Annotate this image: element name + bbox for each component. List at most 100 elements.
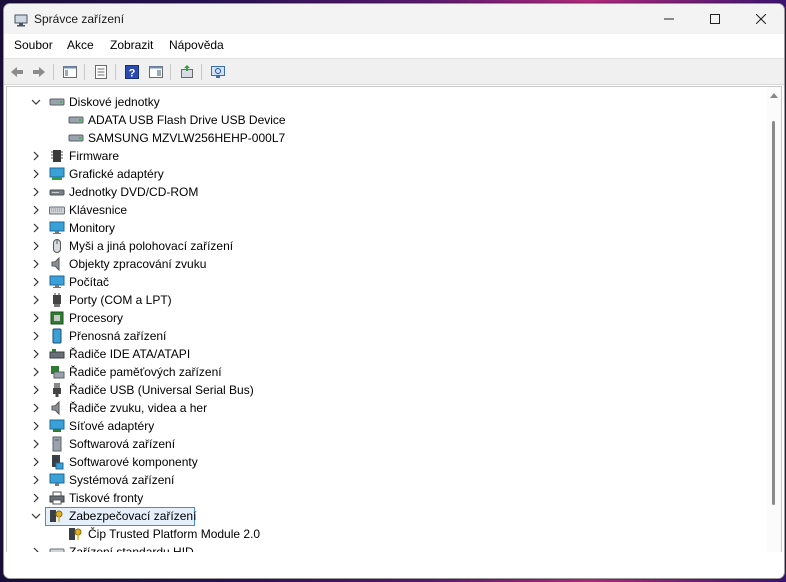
tree-label: Tiskové fronty xyxy=(69,491,144,505)
chevron-right-icon xyxy=(33,313,39,323)
menu-akce[interactable]: Akce xyxy=(65,38,96,52)
tree-label: Přenosná zařízení xyxy=(69,329,167,343)
collapse-toggle[interactable] xyxy=(31,511,41,521)
expand-toggle[interactable] xyxy=(31,259,41,269)
help-icon: ? xyxy=(125,65,139,80)
collapse-toggle[interactable] xyxy=(31,97,41,107)
expand-toggle[interactable] xyxy=(31,277,41,287)
scroll-up-icon[interactable] xyxy=(770,93,778,98)
tree-node-tpm-chip[interactable]: Čip Trusted Platform Module 2.0 xyxy=(7,525,767,543)
tree-node-samsung-ssd[interactable]: SAMSUNG MZVLW256HEHP-000L7 xyxy=(7,129,767,147)
vertical-scrollbar[interactable] xyxy=(767,86,782,554)
computer-icon xyxy=(49,275,65,288)
expand-toggle[interactable] xyxy=(31,223,41,233)
expand-toggle[interactable] xyxy=(31,241,41,251)
expand-toggle[interactable] xyxy=(31,205,41,215)
chevron-right-icon xyxy=(33,259,39,269)
expand-toggle[interactable] xyxy=(31,331,41,341)
expand-toggle[interactable] xyxy=(31,457,41,467)
menu-zobrazit[interactable]: Zobrazit xyxy=(108,38,155,52)
expand-toggle[interactable] xyxy=(31,367,41,377)
keyboard-icon xyxy=(49,206,65,215)
tree-node-storage-controllers[interactable]: Řadiče paměťových zařízení xyxy=(7,363,767,381)
usb-icon xyxy=(53,383,61,397)
tree-label: Klávesnice xyxy=(69,203,128,217)
software-component-icon xyxy=(52,455,64,470)
port-icon xyxy=(53,293,61,307)
mouse-icon xyxy=(53,239,61,253)
device-manager-window: Správce zařízení Soubor Akce Zobrazit Ná… xyxy=(3,3,785,579)
tree-node-processors[interactable]: Procesory xyxy=(7,309,767,327)
tree-node-print-queues[interactable]: Tiskové fronty xyxy=(7,489,767,507)
expand-toggle[interactable] xyxy=(31,169,41,179)
expand-toggle[interactable] xyxy=(31,313,41,323)
tree-node-ide-controllers[interactable]: Řadiče IDE ATA/ATAPI xyxy=(7,345,767,363)
tree-node-audio-processing[interactable]: Objekty zpracování zvuku xyxy=(7,255,767,273)
expand-toggle[interactable] xyxy=(31,421,41,431)
menu-soubor[interactable]: Soubor xyxy=(12,38,55,52)
speaker-icon xyxy=(51,400,60,416)
tree-node-adata-flash[interactable]: ADATA USB Flash Drive USB Device xyxy=(7,111,767,129)
details-view-button[interactable] xyxy=(147,63,165,81)
tree-node-keyboards[interactable]: Klávesnice xyxy=(7,201,767,219)
software-device-icon xyxy=(52,436,62,452)
help-button[interactable]: ? xyxy=(123,63,141,81)
tree-node-software-components[interactable]: Softwarové komponenty xyxy=(7,453,767,471)
tree-node-disk-drives[interactable]: Diskové jednotky xyxy=(7,93,767,111)
tree-node-security-devices[interactable]: Zabezpečovací zařízení xyxy=(7,507,767,526)
properties-button[interactable] xyxy=(92,63,110,81)
tree-node-system-devices[interactable]: Systémová zařízení xyxy=(7,471,767,489)
tree-node-display-adapters[interactable]: Grafické adaptéry xyxy=(7,165,767,183)
storage-controller-icon xyxy=(51,366,65,379)
scan-hardware-button[interactable] xyxy=(209,63,227,81)
expand-toggle[interactable] xyxy=(31,475,41,485)
tree-label: Myši a jiná polohovací zařízení xyxy=(69,239,234,253)
expand-toggle[interactable] xyxy=(31,493,41,503)
expand-toggle[interactable] xyxy=(31,187,41,197)
menu-napoveda[interactable]: Nápověda xyxy=(167,38,226,52)
security-device-icon xyxy=(69,528,82,540)
network-adapter-icon xyxy=(49,419,65,432)
expand-toggle[interactable] xyxy=(31,439,41,449)
close-icon xyxy=(756,14,766,24)
scrollbar-thumb[interactable] xyxy=(772,121,775,505)
tree-node-ports[interactable]: Porty (COM a LPT) xyxy=(7,291,767,309)
expand-toggle[interactable] xyxy=(31,151,41,161)
tree-node-dvd-drives[interactable]: Jednotky DVD/CD-ROM xyxy=(7,183,767,201)
tree-node-monitors[interactable]: Monitory xyxy=(7,219,767,237)
back-button[interactable] xyxy=(8,63,26,81)
maximize-button[interactable] xyxy=(692,4,738,34)
forward-arrow-icon xyxy=(33,67,45,77)
forward-button[interactable] xyxy=(30,63,48,81)
tree-node-software-devices[interactable]: Softwarová zařízení xyxy=(7,435,767,453)
system-device-icon xyxy=(49,473,65,486)
printer-icon xyxy=(49,491,65,505)
tree-node-usb-controllers[interactable]: Řadiče USB (Universal Serial Bus) xyxy=(7,381,767,399)
toolbar: ? xyxy=(4,58,784,85)
device-tree[interactable]: Diskové jednotky ADATA USB Flash Drive U… xyxy=(6,86,767,554)
expand-toggle[interactable] xyxy=(31,295,41,305)
expand-toggle[interactable] xyxy=(31,349,41,359)
tree-label: Síťové adaptéry xyxy=(69,419,155,433)
chevron-right-icon xyxy=(33,349,39,359)
security-device-icon xyxy=(50,510,63,522)
chevron-right-icon xyxy=(33,367,39,377)
update-driver-button[interactable] xyxy=(178,63,196,81)
tree-node-network-adapters[interactable]: Síťové adaptéry xyxy=(7,417,767,435)
tree-node-sound-controllers[interactable]: Řadiče zvuku, videa a her xyxy=(7,399,767,417)
tree-label: Firmware xyxy=(69,149,119,163)
tree-node-mice[interactable]: Myši a jiná polohovací zařízení xyxy=(7,237,767,255)
title-bar[interactable]: Správce zařízení xyxy=(4,4,784,34)
tree-node-portable-devices[interactable]: Přenosná zařízení xyxy=(7,327,767,345)
tree-label: Řadiče paměťových zařízení xyxy=(69,365,222,379)
chevron-right-icon xyxy=(33,241,39,251)
tree-node-firmware[interactable]: Firmware xyxy=(7,147,767,165)
expand-toggle[interactable] xyxy=(31,403,41,413)
tree-node-computer[interactable]: Počítač xyxy=(7,273,767,291)
expand-toggle[interactable] xyxy=(31,385,41,395)
minimize-button[interactable] xyxy=(646,4,692,34)
chevron-down-icon xyxy=(31,99,41,105)
update-driver-icon xyxy=(181,65,193,78)
close-button[interactable] xyxy=(738,4,784,34)
show-hide-tree-button[interactable] xyxy=(61,63,79,81)
